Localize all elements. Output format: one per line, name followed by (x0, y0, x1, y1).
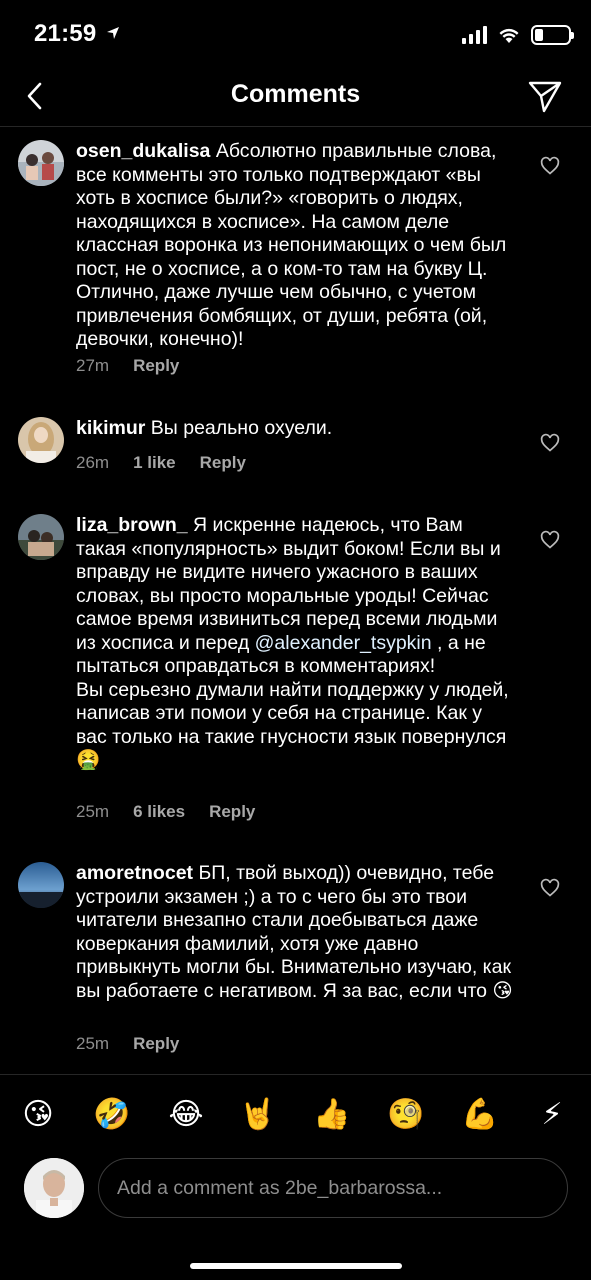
avatar[interactable] (18, 514, 64, 560)
emoji-kiss-button[interactable]: 😘 (18, 1095, 58, 1135)
emoji-rock-button[interactable]: 🤘 (238, 1095, 278, 1135)
comment-text: osen_dukalisa Абсолютно правильные слова… (76, 140, 516, 352)
comment-meta: 26m 1 like Reply (76, 453, 246, 473)
comment-time: 26m (76, 453, 110, 472)
comment-text: liza_brown_ Я искренне надеюсь, что Вам … (76, 514, 516, 773)
wifi-icon (499, 28, 519, 43)
emoji-quick-bar: 😘 🤣 😂 🤘 👍 🧐 💪 ⚡ (0, 1074, 591, 1155)
home-indicator[interactable] (190, 1263, 402, 1269)
reply-button[interactable]: Reply (133, 1034, 179, 1054)
reply-button[interactable]: Reply (200, 453, 246, 473)
comment-text: amoretnocet БП, твой выход)) очевидно, т… (76, 862, 516, 1003)
comment-time: 27m (76, 356, 110, 375)
emoji-monocle-button[interactable]: 🧐 (386, 1095, 426, 1135)
status-bar: 21:59 (0, 0, 591, 70)
comment-username[interactable]: kikimur (76, 417, 145, 439)
mention-link[interactable]: @alexander_tsypkin (255, 632, 432, 654)
emoji-muscle-button[interactable]: 💪 (460, 1095, 500, 1135)
header-divider (0, 126, 591, 127)
heart-icon[interactable] (540, 156, 560, 176)
heart-icon[interactable] (540, 878, 560, 898)
emoji-thumbs-up-button[interactable]: 👍 (312, 1095, 352, 1135)
comment-time: 25m (76, 1034, 110, 1053)
comment-text: kikimur Вы реально охуели. (76, 417, 516, 441)
comment-meta: 25m Reply (76, 1034, 179, 1054)
battery-level (535, 29, 543, 41)
comment-meta: 25m 6 likes Reply (76, 802, 255, 822)
comment-input-placeholder: Add a comment as 2be_barbarossa... (117, 1176, 443, 1199)
avatar[interactable] (18, 862, 64, 908)
status-time: 21:59 (34, 20, 120, 48)
avatar (24, 1158, 84, 1218)
emoji-joy-button[interactable]: 😂 (166, 1095, 206, 1135)
emoji-rofl-button[interactable]: 🤣 (92, 1095, 132, 1135)
likes-count[interactable]: 1 like (133, 453, 176, 473)
location-arrow-icon (107, 27, 120, 39)
likes-count[interactable]: 6 likes (133, 802, 185, 822)
emoji-lightning-button[interactable]: ⚡ (532, 1095, 572, 1135)
comment-content-paragraph: Вы серьезно думали найти поддержку у люд… (76, 678, 509, 772)
comment-meta: 27m Reply (76, 356, 179, 376)
comment-time: 25m (76, 802, 110, 821)
comment-content: Вы реально охуели. (150, 417, 333, 439)
comment-composer: Add a comment as 2be_barbarossa... (0, 1154, 591, 1234)
cellular-signal-icon (462, 26, 487, 44)
battery-icon (531, 25, 574, 45)
heart-icon[interactable] (540, 530, 560, 550)
status-icons (462, 22, 574, 48)
page-title: Comments (230, 80, 361, 108)
reply-button[interactable]: Reply (209, 802, 255, 822)
status-time-text: 21:59 (34, 20, 97, 47)
heart-icon[interactable] (540, 433, 560, 453)
comment-input[interactable]: Add a comment as 2be_barbarossa... (98, 1158, 568, 1218)
comment-content: Абсолютно правильные слова, все комменты… (76, 140, 507, 350)
avatar[interactable] (18, 417, 64, 463)
comment-username[interactable]: liza_brown_ (76, 514, 188, 536)
reply-button[interactable]: Reply (133, 356, 179, 376)
header: Comments (0, 70, 591, 122)
paper-plane-icon[interactable] (527, 78, 563, 114)
comment-username[interactable]: amoretnocet (76, 862, 193, 884)
avatar[interactable] (18, 140, 64, 186)
comment-username[interactable]: osen_dukalisa (76, 140, 210, 162)
